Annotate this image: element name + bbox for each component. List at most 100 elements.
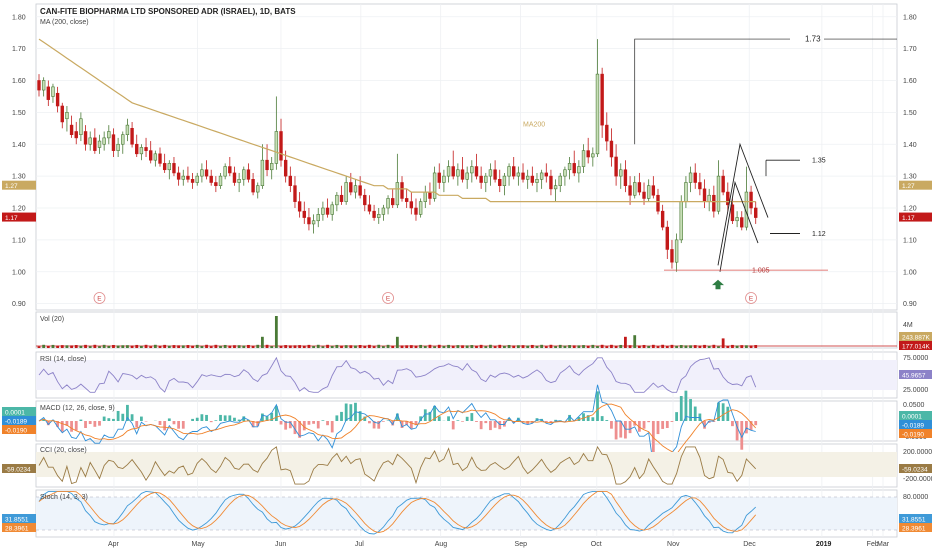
ma-indicator-label[interactable]: MA (200, close) (40, 19, 89, 26)
volume-bar (731, 345, 734, 348)
candle-body (484, 176, 487, 182)
volume-bar (508, 345, 511, 348)
volume-bar (135, 345, 138, 348)
candle-body (694, 173, 697, 183)
volume-bar (536, 346, 539, 348)
candle-body (517, 173, 520, 176)
volume-bar (666, 346, 669, 348)
candle-body (368, 205, 371, 211)
candle-body (294, 186, 297, 202)
macd-histogram-bar (498, 421, 501, 429)
stoch-badge-d-left: 28.3961 (5, 526, 29, 533)
volume-bar (517, 345, 520, 348)
rsi-tick-lower: 25.0000 (903, 387, 928, 394)
candle-body (61, 106, 64, 122)
candle-body (280, 132, 283, 161)
volume-bar (89, 346, 92, 348)
candle-body (335, 195, 338, 205)
macd-histogram-bar (731, 421, 734, 426)
candle-body (438, 173, 441, 183)
candle-body (419, 202, 422, 215)
volume-bar (191, 346, 194, 348)
candle-body (489, 170, 492, 176)
macd-histogram-bar (624, 421, 627, 439)
volume-bar (322, 346, 325, 348)
volume-bar (540, 345, 543, 348)
volume-bar (210, 346, 213, 348)
y-tick-label-right: 1.50 (903, 110, 917, 117)
vol-badge-value: 177.014K (902, 344, 930, 351)
volume-bar (200, 346, 203, 348)
candle-body (689, 173, 692, 183)
candle-body (135, 144, 138, 154)
macd-histogram-bar (475, 421, 478, 422)
volume-bar (214, 345, 217, 348)
y-tick-label-left: 1.30 (12, 174, 26, 181)
macd-panel-label[interactable]: MACD (12, 26, close, 9) (40, 405, 115, 412)
macd-histogram-bar (121, 414, 124, 421)
volume-bar (480, 345, 483, 348)
volume-bar (228, 346, 231, 348)
volume-bar (568, 345, 571, 348)
y-tick-label-left: 1.00 (12, 269, 26, 276)
macd-histogram-bar (382, 421, 385, 422)
stoch-panel-label[interactable]: Stoch (14, 3, 3) (40, 494, 88, 501)
volume-bar (754, 345, 757, 348)
macd-histogram-bar (140, 417, 143, 421)
volume-bar (722, 338, 725, 348)
macd-histogram-bar (214, 420, 217, 421)
candle-body (722, 176, 725, 192)
candle-body (79, 119, 82, 135)
candle-body (261, 160, 264, 186)
macd-badge-macd-left: -0.0189 (5, 419, 27, 426)
candle-body (726, 192, 729, 205)
cci-tick-lower: -200.0000 (903, 476, 932, 483)
macd-histogram-bar (470, 413, 473, 421)
volume-bar (498, 345, 501, 348)
volume-bar (363, 346, 366, 348)
macd-histogram-bar (200, 414, 203, 421)
volume-bar (712, 345, 715, 348)
volume-bar (368, 345, 371, 348)
candle-body (545, 173, 548, 176)
volume-bar (447, 345, 450, 348)
volume-bar (424, 346, 427, 348)
volume-bar (289, 345, 292, 348)
rsi-panel-label[interactable]: RSI (14, close) (40, 356, 86, 363)
candle-body (708, 195, 711, 201)
candle-body (377, 214, 380, 217)
volume-bar (233, 345, 236, 348)
volume-bar (470, 345, 473, 348)
volume-bar (275, 316, 278, 348)
stoch-tick-upper: 80.0000 (903, 494, 928, 501)
candle-body (205, 170, 208, 176)
candle-body (410, 202, 413, 208)
candle-body (629, 186, 632, 196)
vol-panel-label[interactable]: Vol (20) (40, 316, 64, 323)
candle-body (550, 176, 553, 189)
x-tick-label: Jul (355, 541, 364, 548)
candle-body (577, 167, 580, 173)
volume-bar (619, 345, 622, 348)
volume-bar (345, 345, 348, 348)
volume-bar (443, 346, 446, 348)
stock-chart[interactable]: 1.801.801.701.701.601.601.501.501.401.40… (0, 0, 932, 550)
volume-bar (703, 345, 706, 348)
cci-badge-left: -59.0234 (5, 467, 31, 474)
candle-body (284, 160, 287, 176)
macd-histogram-bar (629, 421, 632, 433)
candle-body (322, 208, 325, 214)
volume-bar (61, 345, 64, 348)
volume-bar (685, 345, 688, 348)
candle-body (256, 186, 259, 192)
volume-bar (717, 346, 720, 348)
volume-bar (117, 345, 120, 348)
volume-bar (377, 345, 380, 348)
cci-panel-label[interactable]: CCI (20, close) (40, 447, 87, 454)
macd-histogram-bar (107, 418, 110, 421)
volume-bar (433, 346, 436, 348)
x-tick-label: 2019 (816, 541, 832, 548)
macd-histogram-bar (317, 421, 320, 428)
volume-bar (177, 345, 180, 348)
candle-body (70, 125, 73, 135)
